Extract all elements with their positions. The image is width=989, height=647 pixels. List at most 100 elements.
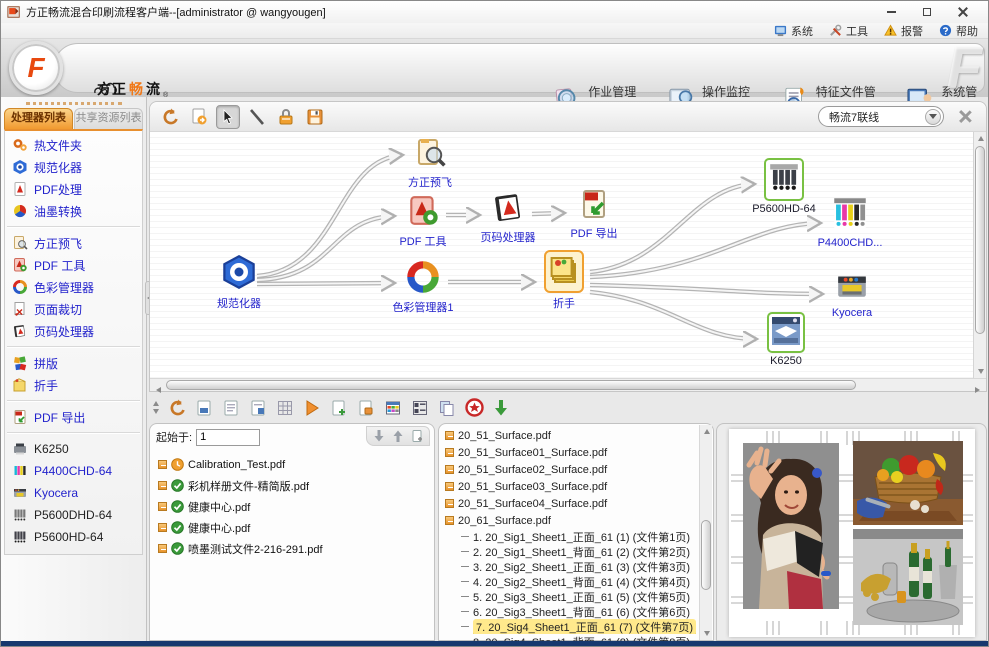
restore-button[interactable] xyxy=(916,5,938,19)
tab-shared-resources[interactable]: 共享资源列表 xyxy=(74,108,143,129)
canvas-hscroll-thumb[interactable] xyxy=(166,380,856,390)
tree-expand-icon[interactable] xyxy=(445,448,454,457)
undo-button[interactable] xyxy=(158,105,182,129)
sidebar-item-normalizer[interactable]: 规范化器 xyxy=(5,156,142,178)
sidebar-item-pdf-tools[interactable]: PDF 工具 xyxy=(5,254,142,276)
job-file-row[interactable]: 健康中心.pdf xyxy=(158,496,430,517)
job-file-row[interactable]: Calibration_Test.pdf xyxy=(158,454,430,475)
sheet-page-row[interactable]: 5. 20_Sig3_Sheet1_正面_61 (5) (文件第5页) xyxy=(439,589,713,604)
sheet-page-row-selected[interactable]: 7. 20_Sig4_Sheet1_正面_61 (7) (文件第7页) xyxy=(439,619,713,634)
splitter-arrows[interactable] xyxy=(153,401,159,414)
stop-job-button[interactable] xyxy=(463,397,485,419)
start-at-input[interactable] xyxy=(196,429,260,446)
close-button[interactable] xyxy=(952,5,974,19)
sidebar-item-preflight[interactable]: 方正预飞 xyxy=(5,232,142,254)
sidebar-item-printer-p5600dhd[interactable]: P5600DHD-64 xyxy=(5,504,142,526)
select-tool-button[interactable] xyxy=(216,105,240,129)
surface-file-row[interactable]: 20_51_Surface02_Surface.pdf xyxy=(439,461,713,478)
job-submit-button[interactable] xyxy=(193,397,215,419)
stamp-file-button[interactable] xyxy=(355,397,377,419)
sidebar-item-pdf-process[interactable]: PDF处理 xyxy=(5,178,142,200)
sheet-page-row[interactable]: 6. 20_Sig3_Sheet1_背面_61 (6) (文件第6页) xyxy=(439,604,713,619)
tree-expand-icon[interactable] xyxy=(158,481,167,490)
tree-expand-icon[interactable] xyxy=(445,482,454,491)
line-tool-button[interactable] xyxy=(245,105,269,129)
sidebar-item-page-number[interactable]: 页码处理器 xyxy=(5,320,142,342)
job-file-row[interactable]: 喷墨测试文件2-216-291.pdf xyxy=(158,538,430,559)
chevron-down-icon[interactable] xyxy=(925,109,941,125)
node-page-number[interactable]: 页码处理器 xyxy=(472,190,544,245)
scroll-up-icon[interactable] xyxy=(700,425,713,438)
node-pdf-export[interactable]: PDF 导出 xyxy=(558,188,630,241)
surface-file-row[interactable]: 20_51_Surface01_Surface.pdf xyxy=(439,444,713,461)
sidebar-item-color-manager[interactable]: 色彩管理器 xyxy=(5,276,142,298)
table-view-button[interactable] xyxy=(382,397,404,419)
move-up-icon[interactable] xyxy=(391,429,405,443)
node-printer-p5600hd[interactable]: P5600HD-64 xyxy=(748,158,820,215)
sheet-page-row[interactable]: 4. 20_Sig2_Sheet1_背面_61 (4) (文件第4页) xyxy=(439,574,713,589)
job-info-button[interactable] xyxy=(220,397,242,419)
preview-page[interactable] xyxy=(729,429,975,637)
workflow-canvas[interactable]: 规范化器 方正预飞 PDF 工具 页码处理器 PDF 导出 色彩管理器1 xyxy=(150,132,986,378)
node-printer-p4400[interactable]: P4400CHD... xyxy=(814,196,886,249)
job-undo-button[interactable] xyxy=(166,397,188,419)
canvas-vscrollbar[interactable] xyxy=(973,132,986,378)
node-pdf-tools[interactable]: PDF 工具 xyxy=(387,194,459,249)
pages-vscrollbar[interactable] xyxy=(699,425,712,640)
tree-expand-icon[interactable] xyxy=(445,465,454,474)
sidebar-item-page-crop[interactable]: 页面裁切 xyxy=(5,298,142,320)
surface-file-row[interactable]: 20_51_Surface04_Surface.pdf xyxy=(439,495,713,512)
sidebar-item-folding[interactable]: 折手 xyxy=(5,374,142,396)
new-job-icon[interactable] xyxy=(410,429,424,443)
canvas-hscrollbar[interactable] xyxy=(150,378,986,391)
tree-expand-icon[interactable] xyxy=(158,544,167,553)
sheet-page-row[interactable]: 1. 20_Sig1_Sheet1_正面_61 (1) (文件第1页) xyxy=(439,529,713,544)
sidebar-item-pdf-export[interactable]: PDF 导出 xyxy=(5,406,142,428)
sidebar-item-printer-p5600hd[interactable]: P5600HD-64 xyxy=(5,526,142,548)
lock-button[interactable] xyxy=(274,105,298,129)
sidebar-item-printer-k6250[interactable]: K6250 xyxy=(5,438,142,460)
surface-file-row[interactable]: 20_51_Surface.pdf xyxy=(439,427,713,444)
duplicate-pages-button[interactable] xyxy=(436,397,458,419)
menu-alarm[interactable]: 报警 xyxy=(884,23,923,39)
job-file-row[interactable]: 彩机样册文件-精简版.pdf xyxy=(158,475,430,496)
pages-vscroll-thumb[interactable] xyxy=(701,520,711,590)
sidebar-item-hot-folder[interactable]: 热文件夹 xyxy=(5,134,142,156)
tree-expand-icon[interactable] xyxy=(445,499,454,508)
scroll-up-icon[interactable] xyxy=(974,132,986,145)
save-button[interactable] xyxy=(303,105,327,129)
move-down-icon[interactable] xyxy=(372,429,386,443)
node-preflight[interactable]: 方正预飞 xyxy=(394,137,466,190)
node-color-manager[interactable]: 色彩管理器1 xyxy=(387,260,459,315)
surface-file-row[interactable]: 20_51_Surface03_Surface.pdf xyxy=(439,478,713,495)
node-printer-k6250[interactable]: K6250 xyxy=(750,312,822,367)
surface-file-row[interactable]: 20_61_Surface.pdf xyxy=(439,512,713,529)
layout-view-button[interactable] xyxy=(409,397,431,419)
sidebar-item-imposition[interactable]: 拼版 xyxy=(5,352,142,374)
tree-expand-icon[interactable] xyxy=(158,523,167,532)
tree-expand-icon[interactable] xyxy=(158,502,167,511)
sidebar-grip[interactable] xyxy=(26,102,122,105)
menu-tools[interactable]: 工具 xyxy=(829,23,868,39)
start-job-button[interactable] xyxy=(301,397,323,419)
tab-processor-list[interactable]: 处理器列表 xyxy=(4,108,73,129)
sidebar-item-printer-kyocera[interactable]: Kyocera xyxy=(5,482,142,504)
new-flow-button[interactable] xyxy=(187,105,211,129)
node-printer-kyocera[interactable]: Kyocera xyxy=(816,268,888,319)
sheet-page-row[interactable]: 2. 20_Sig1_Sheet1_背面_61 (2) (文件第2页) xyxy=(439,544,713,559)
node-normalizer[interactable]: 规范化器 xyxy=(203,254,275,311)
node-folding[interactable]: 折手 xyxy=(528,250,600,311)
scroll-down-icon[interactable] xyxy=(974,365,986,378)
tree-expand-icon[interactable] xyxy=(445,431,454,440)
tree-expand-icon[interactable] xyxy=(445,516,454,525)
job-file-row[interactable]: 健康中心.pdf xyxy=(158,517,430,538)
grid-view-button[interactable] xyxy=(274,397,296,419)
sheet-page-row[interactable]: 3. 20_Sig2_Sheet1_正面_61 (3) (文件第3页) xyxy=(439,559,713,574)
sidebar-item-ink-convert[interactable]: 油墨转换 xyxy=(5,200,142,222)
tree-expand-icon[interactable] xyxy=(158,460,167,469)
close-workflow-icon[interactable] xyxy=(958,109,972,123)
add-file-button[interactable] xyxy=(328,397,350,419)
canvas-vscroll-thumb[interactable] xyxy=(975,146,985,334)
scroll-down-icon[interactable] xyxy=(700,627,713,640)
workflow-select[interactable]: 畅流7联线 xyxy=(818,106,944,127)
